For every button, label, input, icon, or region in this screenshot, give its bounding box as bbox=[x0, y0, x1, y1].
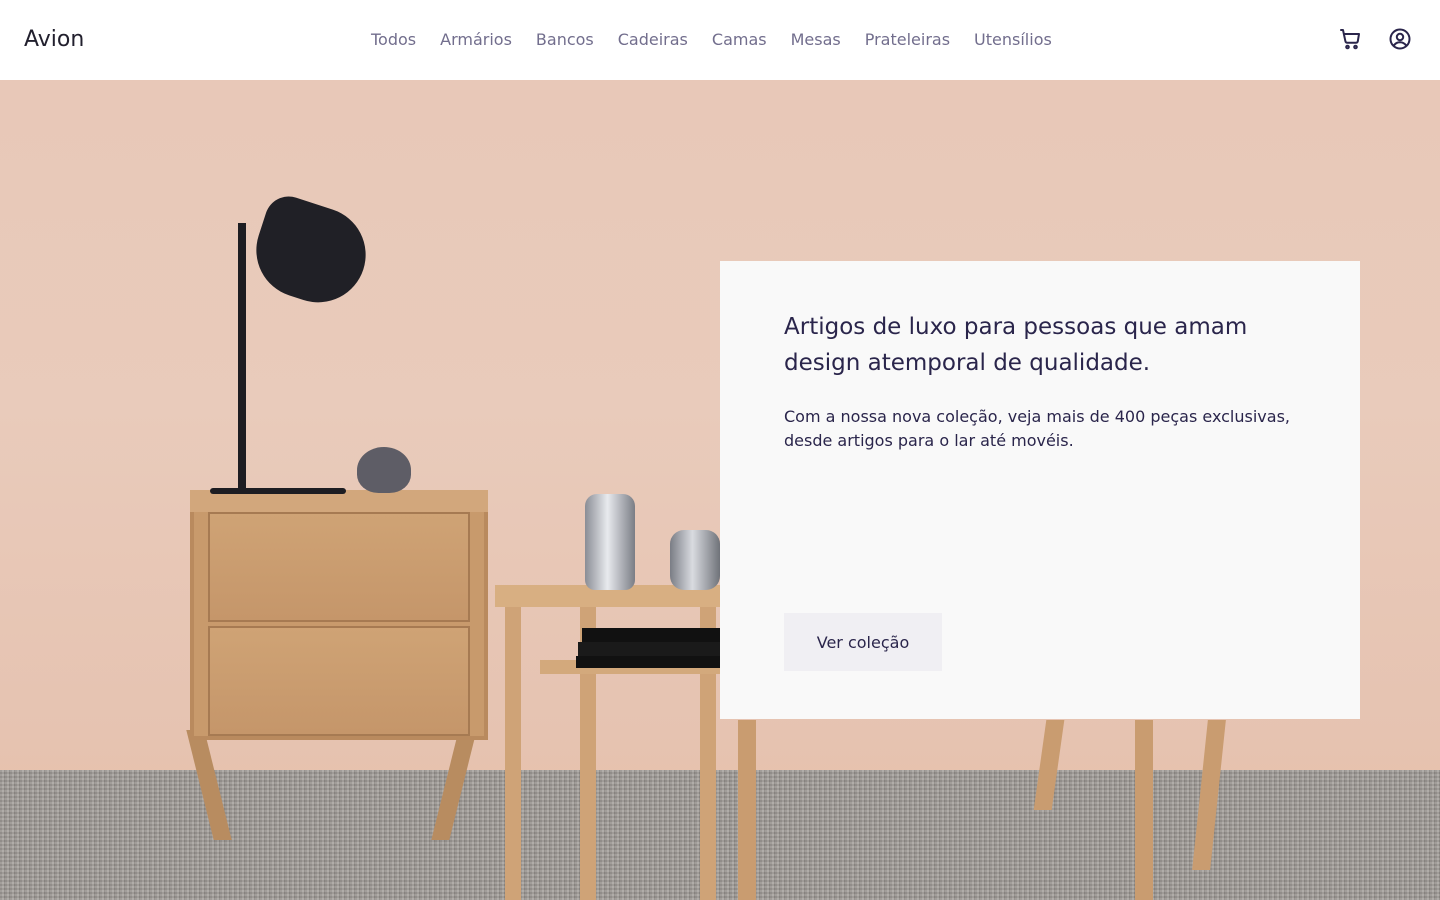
lamp-shade bbox=[244, 190, 378, 315]
glass-vase bbox=[670, 530, 720, 590]
nav-item-prateleiras[interactable]: Prateleiras bbox=[865, 28, 950, 52]
nightstand-drawer bbox=[208, 512, 470, 622]
user-icon[interactable] bbox=[1388, 27, 1412, 51]
cart-icon[interactable] bbox=[1338, 27, 1362, 51]
view-collection-button[interactable]: Ver coleção bbox=[784, 613, 942, 671]
nav-item-todos[interactable]: Todos bbox=[371, 28, 416, 52]
book bbox=[576, 656, 720, 668]
main-nav: Todos Armários Bancos Cadeiras Camas Mes… bbox=[371, 28, 1052, 52]
stool-leg bbox=[1135, 720, 1153, 900]
hero-banner: Artigos de luxo para pessoas que amam de… bbox=[0, 80, 1440, 900]
nav-item-utensilios[interactable]: Utensílios bbox=[974, 28, 1052, 52]
header-icons bbox=[1338, 27, 1412, 51]
decor-sphere bbox=[357, 447, 411, 493]
glass-vase bbox=[585, 494, 635, 590]
table-leg bbox=[505, 607, 521, 900]
stool-leg bbox=[738, 720, 756, 900]
nightstand-drawer bbox=[208, 626, 470, 736]
lamp-base bbox=[210, 488, 346, 494]
nav-item-camas[interactable]: Camas bbox=[712, 28, 767, 52]
book bbox=[582, 628, 720, 642]
nav-item-bancos[interactable]: Bancos bbox=[536, 28, 594, 52]
nav-item-cadeiras[interactable]: Cadeiras bbox=[618, 28, 688, 52]
hero-description: Com a nossa nova coleção, veja mais de 4… bbox=[784, 407, 1290, 450]
site-header: Avion Todos Armários Bancos Cadeiras Cam… bbox=[0, 0, 1440, 80]
book bbox=[578, 642, 720, 656]
logo[interactable]: Avion bbox=[24, 24, 84, 56]
nav-item-armarios[interactable]: Armários bbox=[440, 28, 512, 52]
nav-item-mesas[interactable]: Mesas bbox=[791, 28, 841, 52]
hero-card: Artigos de luxo para pessoas que amam de… bbox=[720, 261, 1360, 719]
lamp-pole bbox=[238, 223, 246, 493]
hero-headline: Artigos de luxo para pessoas que amam de… bbox=[784, 314, 1248, 376]
